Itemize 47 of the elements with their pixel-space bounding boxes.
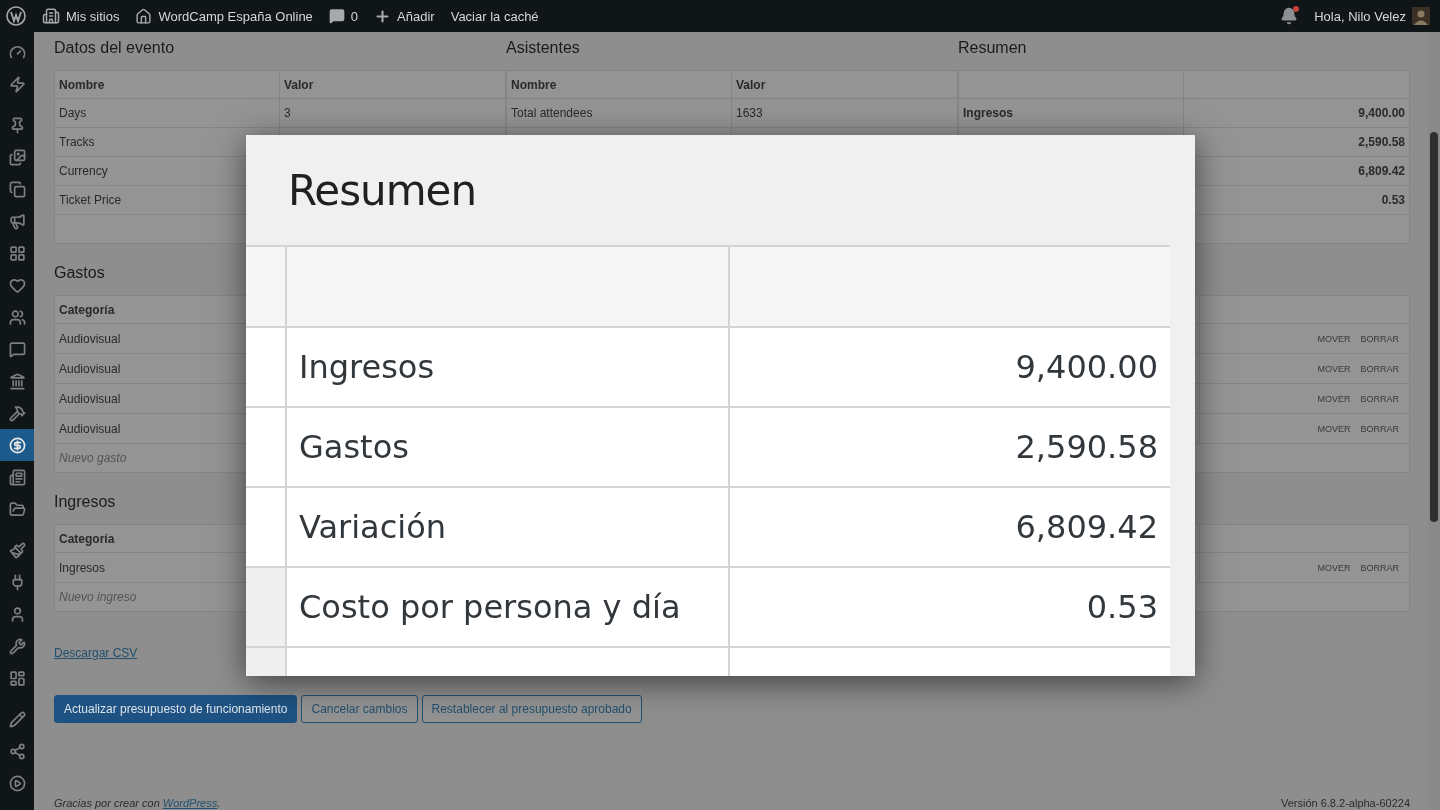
column-header: Nombre xyxy=(506,70,732,99)
table-cell: Days xyxy=(54,99,280,128)
table-cell: Total attendees xyxy=(506,99,732,128)
row-action-link[interactable]: MOVER xyxy=(1317,562,1351,573)
toolbar-link[interactable]: Mis sitios xyxy=(42,7,120,25)
table-cell: 9,400.00 xyxy=(1184,99,1410,128)
download-csv-link[interactable]: Descargar CSV xyxy=(54,646,138,660)
section-title: Resumen xyxy=(958,39,1028,57)
row-action-link[interactable]: BORRAR xyxy=(1360,333,1399,344)
row-action-link[interactable]: MOVER xyxy=(1317,393,1351,404)
section-title: Gastos xyxy=(54,264,106,282)
table-cell: 0.53 xyxy=(728,566,1170,646)
row-action-link[interactable]: BORRAR xyxy=(1360,393,1399,404)
section-title: Asistentes xyxy=(506,39,581,57)
version-text: Versión 6.8.2-alpha-60224 xyxy=(1280,797,1410,809)
column-header: Valor xyxy=(280,70,506,99)
row-action-link[interactable]: BORRAR xyxy=(1360,423,1399,434)
table-cell: 2,590.58 xyxy=(1184,128,1410,157)
secondary-button[interactable]: Cancelar cambios xyxy=(301,695,418,723)
row-action-link[interactable]: MOVER xyxy=(1317,363,1351,374)
table-cell: 3 xyxy=(280,99,506,128)
row-action-link[interactable]: MOVER xyxy=(1317,423,1351,434)
table-cell: Variación xyxy=(285,486,728,566)
table-cell: Costo por persona y día xyxy=(285,566,728,646)
row-action-link[interactable]: BORRAR xyxy=(1360,363,1399,374)
table-cell: 9,400.00 xyxy=(728,326,1170,406)
row-action-link[interactable]: MOVER xyxy=(1317,333,1351,344)
footer-text: Gracias por crear con WordPress. xyxy=(54,797,221,809)
primary-button[interactable]: Actualizar presupuesto de funcionamiento xyxy=(54,695,298,723)
toolbar-link[interactable]: 0 xyxy=(328,8,359,24)
section-title: Datos del evento xyxy=(54,39,176,57)
account-menu[interactable]: Hola, Nilo Velez xyxy=(1314,7,1430,25)
row-action-link[interactable]: BORRAR xyxy=(1360,562,1399,573)
secondary-button[interactable]: Restablecer al presupuesto aprobado xyxy=(421,695,642,723)
table-cell: Ingresos xyxy=(285,326,728,406)
table-cell: 2,590.58 xyxy=(728,406,1170,486)
table-cell: Ingresos xyxy=(958,99,1184,128)
column-header: Valor xyxy=(732,70,958,99)
popup-title: Resumen xyxy=(288,165,476,215)
section-title: Ingresos xyxy=(54,493,117,511)
table-cell: 1633 xyxy=(732,99,958,128)
column-header: Nombre xyxy=(54,70,280,99)
toolbar-link[interactable]: Vaciar la caché xyxy=(450,8,539,24)
table-cell: 6,809.42 xyxy=(728,486,1170,566)
table-cell: Gastos xyxy=(285,406,728,486)
toolbar-link[interactable]: Añadir xyxy=(374,7,435,25)
toolbar-link[interactable]: WordCamp España Online xyxy=(135,7,313,25)
